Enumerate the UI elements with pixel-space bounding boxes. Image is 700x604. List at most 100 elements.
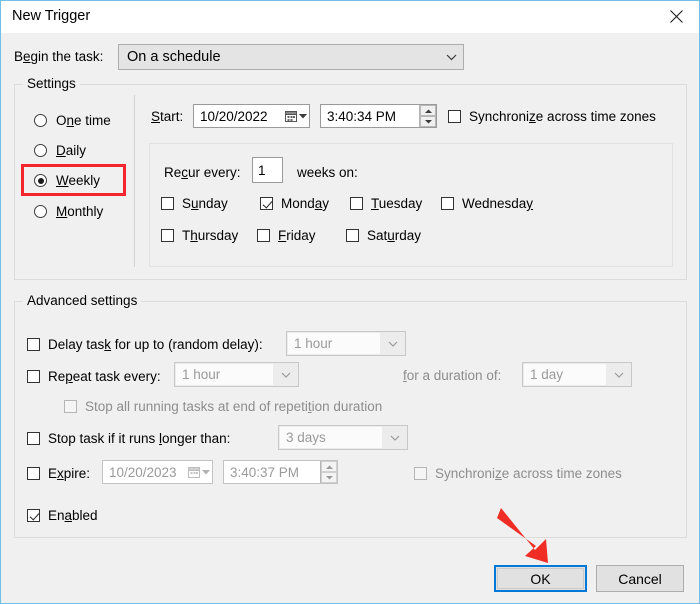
radio-monthly[interactable]: Monthly xyxy=(34,204,103,219)
recur-every-suffix: weeks on: xyxy=(297,165,358,180)
repeat-duration-dropdown[interactable]: 1 day xyxy=(522,362,632,387)
spinner-down-icon[interactable] xyxy=(321,472,337,483)
radio-indicator xyxy=(34,114,47,127)
start-sync-timezones-checkbox[interactable]: Synchronize across time zones xyxy=(448,109,656,124)
checkbox-label: Saturday xyxy=(367,228,422,243)
checkbox-indicator xyxy=(27,338,40,351)
enabled-checkbox[interactable]: Enabled xyxy=(27,508,98,523)
begin-task-dropdown[interactable]: On a schedule xyxy=(118,44,464,70)
checkbox-label: Synchronize across time zones xyxy=(435,466,622,481)
checkbox-indicator xyxy=(260,197,273,210)
checkbox-label: Expire: xyxy=(48,466,91,481)
expire-time-spinner[interactable] xyxy=(320,461,337,483)
checkbox-label: Tuesday xyxy=(371,196,423,211)
radio-daily[interactable]: Daily xyxy=(34,143,86,158)
day-checkbox-monday[interactable]: Monday xyxy=(260,196,329,211)
expire-time-value: 3:40:37 PM xyxy=(230,464,300,480)
chevron-down-icon xyxy=(381,341,405,347)
ok-button[interactable]: OK xyxy=(494,565,587,592)
checkbox-label: Thursday xyxy=(182,228,239,243)
checkbox-label: Stop task if it runs longer than: xyxy=(48,431,231,446)
day-checkbox-wednesday[interactable]: Wednesday xyxy=(441,196,533,211)
repeat-duration-value: 1 day xyxy=(524,364,606,385)
radio-label: Weekly xyxy=(56,173,101,188)
new-trigger-dialog: New Trigger Begin the task: On a schedul… xyxy=(0,0,700,604)
checkbox-label: Repeat task every: xyxy=(48,369,161,384)
radio-label: Monthly xyxy=(56,204,104,219)
spinner-up-icon[interactable] xyxy=(420,105,436,116)
start-date-value: 10/20/2022 xyxy=(200,108,268,124)
expire-date-field[interactable]: 10/20/2023 xyxy=(102,460,213,484)
settings-legend: Settings xyxy=(23,76,80,91)
checkbox-indicator xyxy=(64,400,77,413)
calendar-icon[interactable] xyxy=(186,461,212,483)
radio-indicator xyxy=(34,205,47,218)
radio-label: Daily xyxy=(56,143,87,158)
spinner-up-icon[interactable] xyxy=(321,461,337,472)
recur-every-value: 1 xyxy=(258,162,266,178)
checkbox-label: Delay task for up to (random delay): xyxy=(48,337,263,352)
checkbox-indicator xyxy=(448,110,461,123)
repeat-duration-label: for a duration of: xyxy=(403,368,502,383)
radio-indicator xyxy=(34,144,47,157)
begin-task-value: On a schedule xyxy=(119,46,439,68)
expire-sync-timezones-checkbox[interactable]: Synchronize across time zones xyxy=(414,466,622,481)
stop-repetition-checkbox[interactable]: Stop all running tasks at end of repetit… xyxy=(64,399,382,414)
close-icon[interactable] xyxy=(653,1,699,31)
checkbox-label: Stop all running tasks at end of repetit… xyxy=(85,399,383,414)
day-checkbox-thursday[interactable]: Thursday xyxy=(161,228,238,243)
stop-task-duration-value: 3 days xyxy=(280,427,382,448)
start-time-field[interactable]: 3:40:34 PM xyxy=(320,104,437,128)
checkbox-indicator xyxy=(27,509,40,522)
spinner-down-icon[interactable] xyxy=(420,116,436,127)
checkbox-indicator xyxy=(414,467,427,480)
day-checkbox-tuesday[interactable]: Tuesday xyxy=(350,196,422,211)
day-checkbox-friday[interactable]: Friday xyxy=(257,228,316,243)
recur-every-input[interactable]: 1 xyxy=(252,157,283,183)
chevron-down-icon xyxy=(607,372,631,378)
begin-task-label: Begin the task: xyxy=(14,49,104,64)
delay-task-checkbox[interactable]: Delay task for up to (random delay): xyxy=(27,337,263,352)
checkbox-indicator xyxy=(27,467,40,480)
radio-label: One time xyxy=(56,113,111,128)
focus-ring xyxy=(497,568,584,589)
recur-every-label: Recur every: xyxy=(164,165,241,180)
cancel-button[interactable]: Cancel xyxy=(596,565,684,592)
checkbox-label: Sunday xyxy=(182,196,228,211)
repeat-task-checkbox[interactable]: Repeat task every: xyxy=(27,369,161,384)
chevron-down-icon xyxy=(274,372,298,378)
day-checkbox-saturday[interactable]: Saturday xyxy=(346,228,421,243)
checkbox-indicator xyxy=(27,370,40,383)
checkbox-label: Wednesday xyxy=(462,196,534,211)
radio-weekly[interactable]: Weekly xyxy=(34,173,100,188)
checkbox-indicator xyxy=(346,229,359,242)
checkbox-indicator xyxy=(257,229,270,242)
settings-divider xyxy=(134,95,135,267)
start-date-field[interactable]: 10/20/2022 xyxy=(193,104,310,128)
checkbox-indicator xyxy=(441,197,454,210)
checkbox-label: Enabled xyxy=(48,508,98,523)
expire-checkbox[interactable]: Expire: xyxy=(27,466,90,481)
calendar-icon[interactable] xyxy=(283,105,309,127)
radio-one-time[interactable]: One time xyxy=(34,113,111,128)
expire-time-field[interactable]: 3:40:37 PM xyxy=(223,460,338,484)
repeat-interval-dropdown[interactable]: 1 hour xyxy=(174,362,299,387)
chevron-down-icon xyxy=(439,54,463,61)
day-checkbox-sunday[interactable]: Sunday xyxy=(161,196,228,211)
delay-duration-dropdown[interactable]: 1 hour xyxy=(286,331,406,356)
radio-indicator xyxy=(34,174,47,187)
checkbox-indicator xyxy=(161,229,174,242)
title-bar: New Trigger xyxy=(1,1,699,33)
checkbox-label: Friday xyxy=(278,228,316,243)
advanced-settings-legend: Advanced settings xyxy=(23,293,142,308)
stop-task-duration-dropdown[interactable]: 3 days xyxy=(278,425,408,450)
chevron-down-icon xyxy=(383,435,407,441)
checkbox-label: Monday xyxy=(281,196,330,211)
cancel-button-label: Cancel xyxy=(618,570,662,587)
start-label: Start: xyxy=(151,109,184,124)
checkbox-indicator xyxy=(27,432,40,445)
stop-task-longer-checkbox[interactable]: Stop task if it runs longer than: xyxy=(27,431,230,446)
page-title: New Trigger xyxy=(12,8,91,24)
start-time-spinner[interactable] xyxy=(419,105,436,127)
checkbox-indicator xyxy=(161,197,174,210)
